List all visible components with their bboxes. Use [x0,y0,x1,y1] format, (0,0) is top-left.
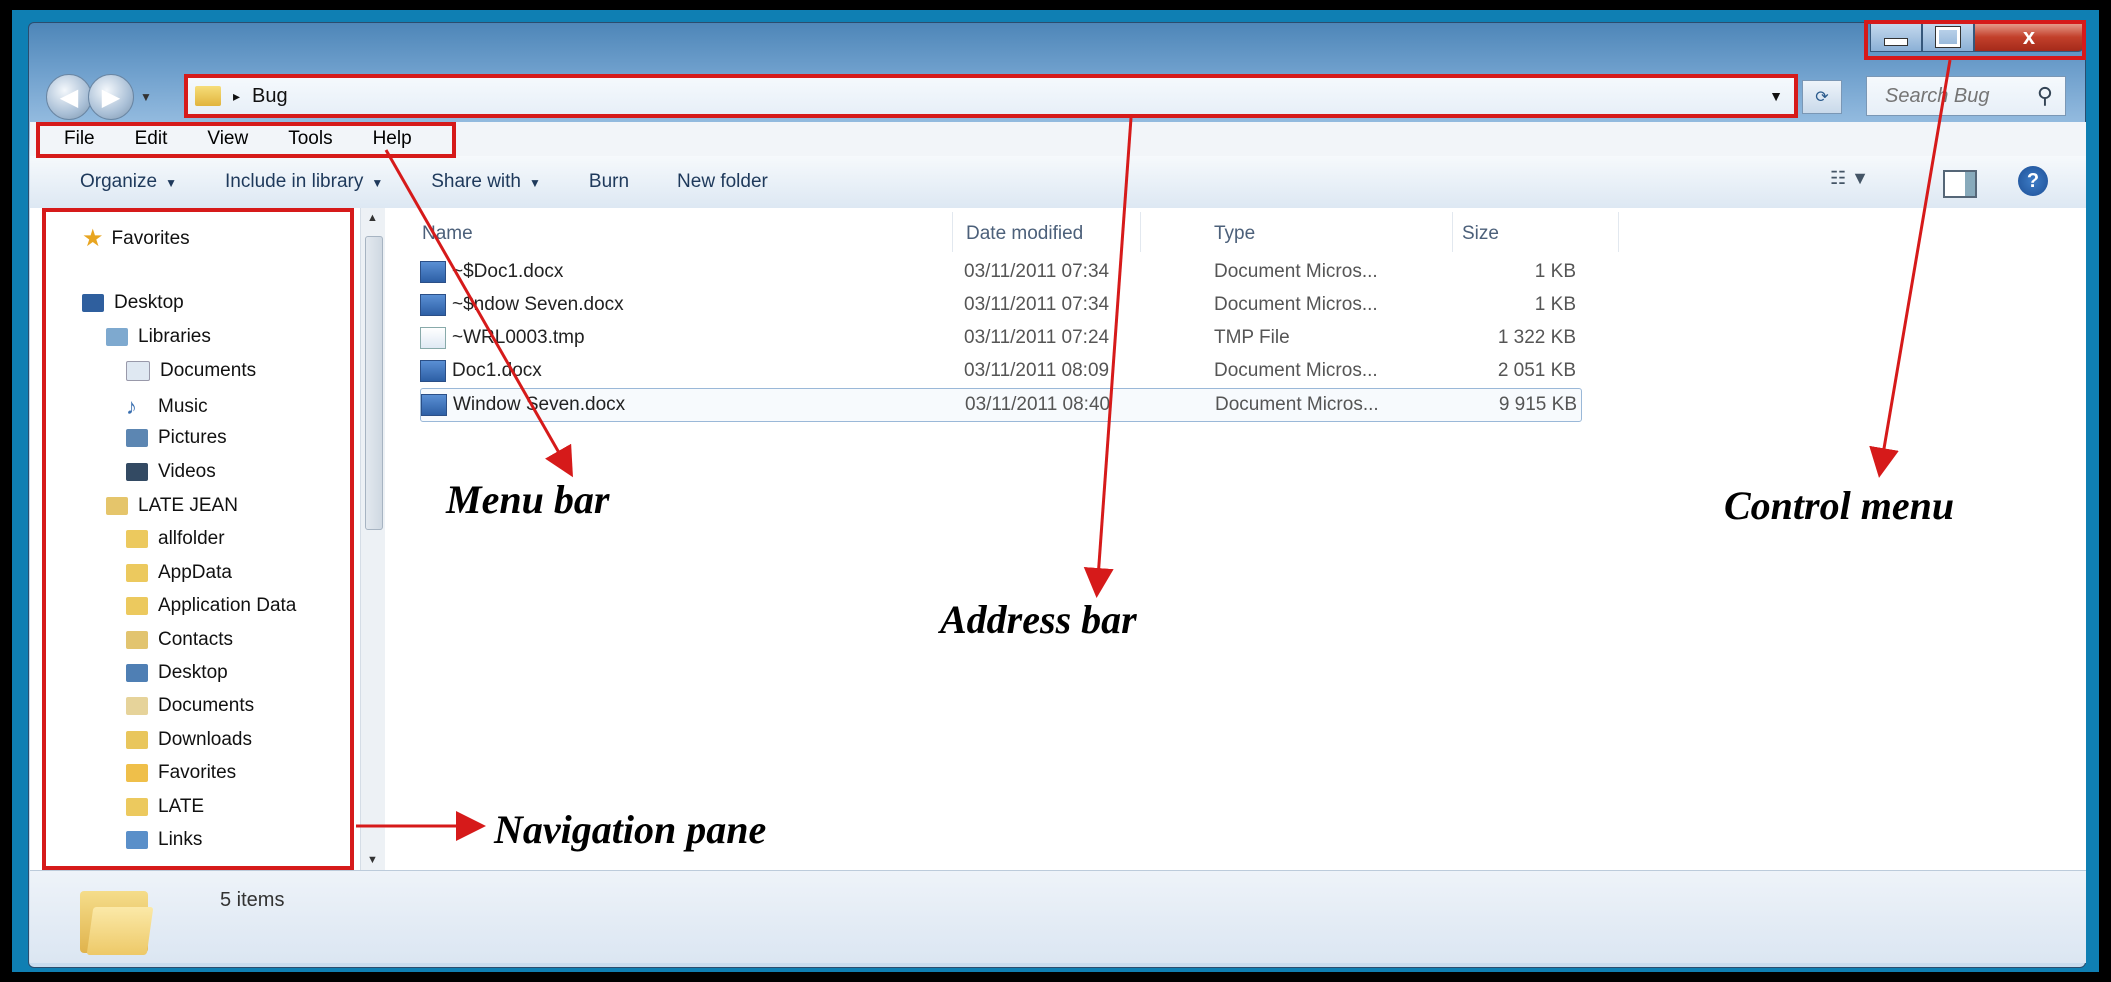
control-menu-arrow [1869,59,1952,478]
navigation-pane-annotation: Navigation pane [494,807,767,852]
menu-bar-arrow [384,149,573,478]
address-bar-annotation: Address bar [940,597,1137,642]
control-menu-annotation: Control menu [1724,483,1955,528]
address-bar-arrow [1083,117,1133,598]
menu-bar-annotation: Menu bar [446,477,610,522]
